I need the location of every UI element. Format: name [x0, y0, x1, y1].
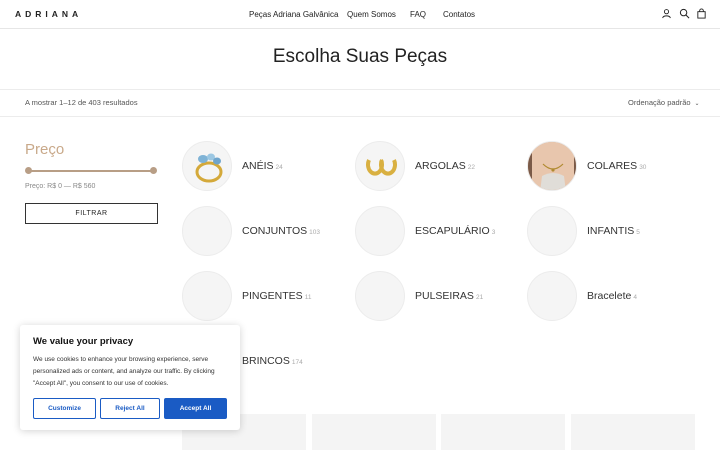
ordering-select[interactable]: Ordenação padrão ⌄ — [628, 98, 700, 107]
ordering-label: Ordenação padrão — [628, 98, 691, 107]
price-filter-title: Preço — [25, 141, 65, 158]
accept-all-button[interactable]: Accept All — [164, 398, 227, 419]
cart-icon[interactable] — [696, 8, 707, 19]
page-title: Escolha Suas Peças — [272, 46, 448, 67]
category-image — [182, 271, 232, 321]
category-image — [355, 271, 405, 321]
category-label: Bracelete 4 — [587, 290, 637, 302]
category-image — [355, 141, 405, 191]
product-card[interactable] — [441, 414, 565, 450]
category-image — [527, 271, 577, 321]
divider — [0, 89, 720, 90]
category-image — [355, 206, 405, 256]
category-label: ARGOLAS 22 — [415, 160, 476, 172]
cookie-title: We value your privacy — [33, 336, 134, 347]
product-card[interactable] — [312, 414, 436, 450]
category-image — [182, 141, 232, 191]
nav-link-contatos[interactable]: Contatos — [443, 10, 475, 19]
category-label: ANÉIS 24 — [242, 160, 283, 172]
cookie-text: We use cookies to enhance your browsing … — [33, 356, 215, 387]
site-logo[interactable]: ADRIANA — [15, 9, 82, 19]
chevron-down-icon: ⌄ — [694, 101, 700, 107]
nav-link-quem-somos[interactable]: Quem Somos — [347, 10, 396, 19]
result-count: A mostrar 1–12 de 403 resultados — [25, 98, 138, 107]
price-slider-track[interactable] — [28, 170, 153, 172]
cookie-consent-banner: We value your privacy We use cookies to … — [20, 325, 240, 430]
price-slider-min-handle[interactable] — [25, 167, 32, 174]
nav-link-faq[interactable]: FAQ — [410, 10, 426, 19]
search-icon[interactable] — [679, 8, 690, 19]
price-range-text: Preço: R$ 0 — R$ 560 — [25, 183, 96, 190]
product-card[interactable] — [571, 414, 695, 450]
category-label: BRINCOS 174 — [242, 355, 303, 367]
user-icon[interactable] — [661, 8, 672, 19]
category-image — [527, 206, 577, 256]
category-label: PINGENTES 11 — [242, 290, 312, 302]
category-label: CONJUNTOS 103 — [242, 225, 321, 237]
category-label: INFANTIS 5 — [587, 225, 640, 237]
customize-button[interactable]: Customize — [33, 398, 96, 419]
divider — [0, 116, 720, 117]
category-label: ESCAPULÁRIO 3 — [415, 225, 496, 237]
category-image — [527, 141, 577, 191]
filter-button[interactable]: FILTRAR — [25, 203, 158, 224]
reject-all-button[interactable]: Reject All — [100, 398, 160, 419]
category-label: PULSEIRAS 21 — [415, 290, 484, 302]
price-slider-max-handle[interactable] — [150, 167, 157, 174]
nav-link-pecas[interactable]: Peças Adriana Galvânica — [249, 10, 338, 19]
category-image — [182, 206, 232, 256]
site-header: ADRIANA Peças Adriana Galvânica Quem Som… — [0, 0, 720, 29]
category-label: COLARES 30 — [587, 160, 647, 172]
